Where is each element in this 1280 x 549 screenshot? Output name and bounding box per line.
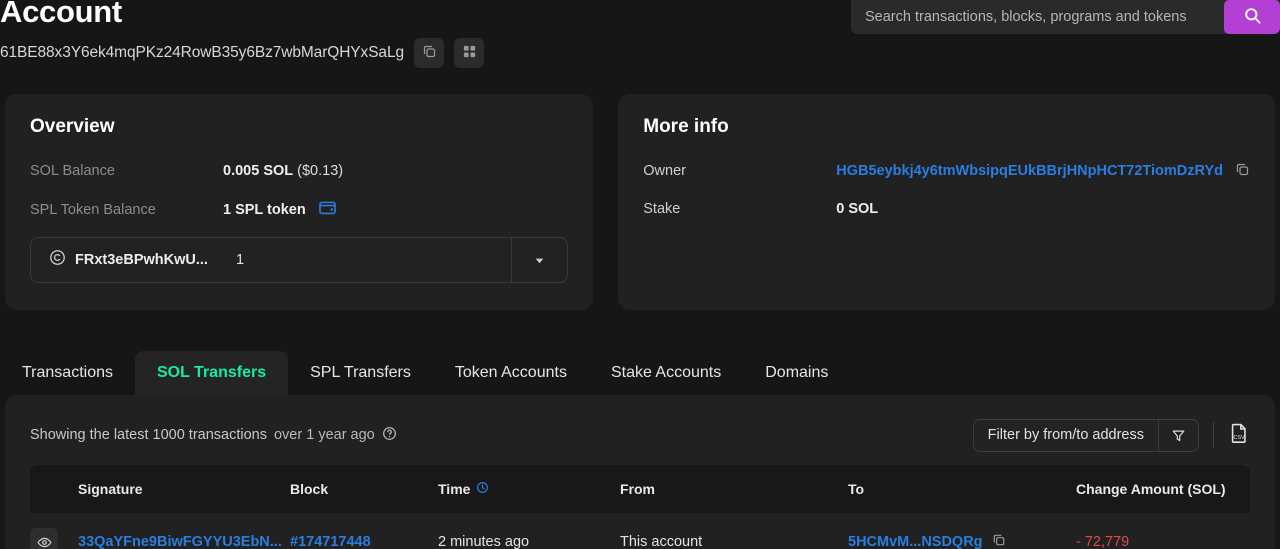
cell-time: 2 minutes ago xyxy=(438,534,530,549)
col-from[interactable]: From xyxy=(620,465,848,513)
account-address-row: 61BE88x3Y6ek4mqPKz24RowB35y6Bz7wbMarQHYx… xyxy=(0,38,484,68)
overview-title: Overview xyxy=(30,116,115,137)
wallet-icon[interactable] xyxy=(318,198,337,221)
clock-icon[interactable] xyxy=(476,481,489,497)
copy-icon[interactable] xyxy=(1235,162,1250,181)
table-row[interactable]: 33QaYFne9BiwFGYYU3EbN... #174717448 2 mi… xyxy=(30,513,1250,549)
download-csv-button[interactable]: CSV xyxy=(1228,422,1250,449)
cell-from: This account xyxy=(620,534,703,549)
to-address-link[interactable]: 5HCMvM...NSDQRg xyxy=(848,534,983,549)
owner-address-link[interactable]: HGB5eybkj4y6tmWbsipqEUkBBrjHNpHCT72TiomD… xyxy=(836,163,1223,179)
funnel-icon[interactable] xyxy=(1158,419,1198,451)
owner-row: Owner HGB5eybkj4y6tmWbsipqEUkBBrjHNpHCT7… xyxy=(643,160,1250,182)
copy-icon[interactable] xyxy=(992,533,1006,549)
tab-transactions[interactable]: Transactions xyxy=(0,351,135,395)
question-mark-icon[interactable] xyxy=(382,426,397,445)
tab-sol-transfers[interactable]: SOL Transfers xyxy=(135,351,289,395)
copy-icon xyxy=(422,44,437,62)
more-info-title: More info xyxy=(643,116,729,137)
search-button[interactable] xyxy=(1224,0,1280,34)
showing-status: Showing the latest 1000 transactions ove… xyxy=(30,426,397,445)
tab-spl-transfers[interactable]: SPL Transfers xyxy=(288,351,433,395)
global-search-bar[interactable] xyxy=(851,0,1280,34)
sol-balance-label: SOL Balance xyxy=(30,163,115,179)
search-icon xyxy=(1243,6,1262,28)
showing-text: Showing the latest 1000 transactions xyxy=(30,427,267,443)
col-preview xyxy=(30,465,78,513)
spl-token-balance-value: 1 SPL token xyxy=(223,201,306,218)
chevron-down-icon[interactable] xyxy=(511,238,567,282)
col-time-label: Time xyxy=(438,481,471,497)
account-tabs: Transactions SOL Transfers SPL Transfers… xyxy=(0,340,850,395)
col-to[interactable]: To xyxy=(848,465,1076,513)
page-title: Account xyxy=(0,0,122,29)
account-address: 61BE88x3Y6ek4mqPKz24RowB35y6Bz7wbMarQHYx… xyxy=(0,44,404,61)
cell-preview xyxy=(30,513,78,549)
sol-transfers-table: Signature Block Time From To Change Amou… xyxy=(30,465,1250,549)
spl-token-balance-row: SPL Token Balance 1 SPL token xyxy=(30,198,568,221)
sol-balance-value: 0.005 SOL xyxy=(223,163,294,179)
col-block[interactable]: Block xyxy=(290,465,438,513)
showing-timeframe: over 1 year ago xyxy=(273,427,375,443)
table-header-row: Signature Block Time From To Change Amou… xyxy=(30,465,1250,513)
col-time[interactable]: Time xyxy=(438,465,620,513)
cell-signature: 33QaYFne9BiwFGYYU3EbN... xyxy=(78,513,290,549)
stake-value: 0 SOL xyxy=(836,201,879,217)
coin-icon xyxy=(49,249,66,271)
token-name: FRxt3eBPwhKwU... xyxy=(75,252,208,268)
col-change-amount[interactable]: Change Amount (SOL) xyxy=(1076,465,1250,513)
svg-text:CSV: CSV xyxy=(1233,434,1245,440)
tab-domains[interactable]: Domains xyxy=(743,351,850,395)
col-signature[interactable]: Signature xyxy=(78,465,290,513)
toolbar-divider xyxy=(1213,422,1214,448)
search-input[interactable] xyxy=(851,0,1224,34)
summary-cards: Overview SOL Balance 0.005 SOL ($0.13) S… xyxy=(5,94,1275,310)
sol-balance-row: SOL Balance 0.005 SOL ($0.13) xyxy=(30,160,568,182)
cell-block: #174717448 xyxy=(290,513,438,549)
qr-code-button[interactable] xyxy=(454,38,484,68)
sol-balance-usd: ($0.13) xyxy=(297,163,344,179)
transfers-panel: Showing the latest 1000 transactions ove… xyxy=(5,395,1275,549)
spl-token-balance-label: SPL Token Balance xyxy=(30,201,156,218)
panel-toolbar: Showing the latest 1000 transactions ove… xyxy=(30,418,1250,452)
stake-label: Stake xyxy=(643,201,681,217)
signature-link[interactable]: 33QaYFne9BiwFGYYU3EbN... xyxy=(78,534,282,549)
cell-change-amount: - 72,779 xyxy=(1076,534,1130,549)
tab-stake-accounts[interactable]: Stake Accounts xyxy=(589,351,743,395)
overview-card: Overview SOL Balance 0.005 SOL ($0.13) S… xyxy=(5,94,594,310)
token-selector[interactable]: FRxt3eBPwhKwU... 1 xyxy=(30,237,569,283)
block-link[interactable]: #174717448 xyxy=(290,534,371,549)
stake-row: Stake 0 SOL xyxy=(643,198,1250,220)
owner-label: Owner xyxy=(643,163,686,179)
more-info-card: More info Owner HGB5eybkj4y6tmWbsipqEUkB… xyxy=(618,94,1275,310)
eye-icon[interactable] xyxy=(30,528,58,549)
csv-download-icon: CSV xyxy=(1228,422,1250,449)
qr-code-icon xyxy=(462,44,477,62)
copy-address-button[interactable] xyxy=(414,38,444,68)
token-amount: 1 xyxy=(236,252,245,268)
cell-to: 5HCMvM...NSDQRg xyxy=(848,513,1076,549)
filter-label: Filter by from/to address xyxy=(987,427,1144,443)
tab-token-accounts[interactable]: Token Accounts xyxy=(433,351,589,395)
panel-actions: Filter by from/to address CSV xyxy=(972,418,1250,452)
filter-by-address-button[interactable]: Filter by from/to address xyxy=(972,418,1199,452)
